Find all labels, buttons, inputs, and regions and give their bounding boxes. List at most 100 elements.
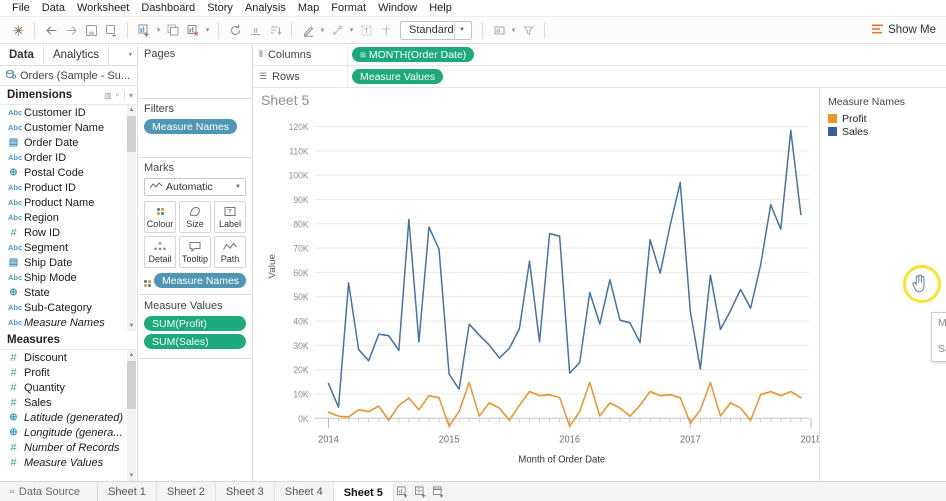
measure-values-pill-sum-profit[interactable]: SUM(Profit) xyxy=(144,316,246,331)
marks-path-button[interactable]: Path xyxy=(214,236,246,268)
chevron-down-icon-dimensions[interactable]: ▾ xyxy=(129,91,133,100)
legend-item-profit[interactable]: Profit xyxy=(828,112,938,125)
search-icon[interactable]: ⌕ xyxy=(116,90,120,100)
field-product-id[interactable]: AbcProduct ID xyxy=(0,180,137,195)
field-ship-date[interactable]: ▤Ship Date xyxy=(0,255,137,270)
marks-colour-button[interactable]: Colour xyxy=(144,201,176,233)
chart-area[interactable]: Sheet 5 0K10K20K30K40K50K60K70K80K90K100… xyxy=(253,88,820,481)
new-data-source-icon[interactable] xyxy=(101,20,121,40)
columns-shelf[interactable]: ⦀ Columns ⊞ MONTH(Order Date) xyxy=(253,44,946,66)
chevron-down-icon-clear[interactable]: ▾ xyxy=(203,26,212,34)
field-longitude[interactable]: ⊕Longitude (genera... xyxy=(0,425,137,440)
tab-data[interactable]: Data xyxy=(0,44,44,65)
duplicate-sheet-icon[interactable] xyxy=(163,20,183,40)
field-product-name[interactable]: AbcProduct Name xyxy=(0,195,137,210)
menu-item-file[interactable]: File xyxy=(6,1,36,15)
sheet-tab-sheet-5[interactable]: Sheet 5 xyxy=(334,482,394,501)
field-profit[interactable]: #Profit xyxy=(0,365,137,380)
menu-item-data[interactable]: Data xyxy=(36,1,71,15)
fix-axes-icon[interactable] xyxy=(518,20,538,40)
highlight-icon[interactable] xyxy=(298,20,318,40)
pages-card[interactable]: Pages xyxy=(138,44,252,99)
forward-icon[interactable] xyxy=(61,20,81,40)
scroll-down-icon[interactable]: ▼ xyxy=(127,321,136,331)
field-ship-mode[interactable]: AbcShip Mode xyxy=(0,270,137,285)
measures-scroll-thumb[interactable] xyxy=(127,361,136,409)
marks-label-button[interactable]: T Label xyxy=(214,201,246,233)
scroll-up-icon-measures[interactable]: ▲ xyxy=(127,350,136,360)
new-dashboard-icon[interactable] xyxy=(412,482,430,501)
pause-auto-update-icon[interactable] xyxy=(245,20,265,40)
field-customer-id[interactable]: AbcCustomer ID xyxy=(0,105,137,120)
chevron-down-icon-highlight[interactable]: ▾ xyxy=(318,26,327,34)
dimensions-scroll-thumb[interactable] xyxy=(127,116,136,152)
field-order-id[interactable]: AbcOrder ID xyxy=(0,150,137,165)
refresh-icon[interactable] xyxy=(225,20,245,40)
measures-list[interactable]: #Discount #Profit #Quantity #Sales ⊕Lati… xyxy=(0,350,137,481)
show-labels-icon[interactable]: T xyxy=(356,20,376,40)
group-by-folder-icon[interactable]: ▥ xyxy=(104,91,112,100)
tableau-logo-icon[interactable] xyxy=(8,20,28,40)
field-region[interactable]: AbcRegion xyxy=(0,210,137,225)
fit-dropdown[interactable]: Standard ▼ xyxy=(400,21,472,40)
field-number-of-records[interactable]: #Number of Records xyxy=(0,440,137,455)
sort-icon[interactable] xyxy=(265,20,285,40)
menu-item-map[interactable]: Map xyxy=(292,1,325,15)
line-chart[interactable]: 0K10K20K30K40K50K60K70K80K90K100K110K120… xyxy=(253,88,819,481)
field-customer-name[interactable]: AbcCustomer Name xyxy=(0,120,137,135)
chevron-down-icon-group[interactable]: ▾ xyxy=(347,26,356,34)
data-source-item[interactable]: Orders (Sample - Su... xyxy=(0,66,137,86)
data-pane-more-icon[interactable]: ▾ xyxy=(124,44,137,65)
menu-item-story[interactable]: Story xyxy=(201,1,239,15)
field-latitude[interactable]: ⊕Latitude (generated) xyxy=(0,410,137,425)
marks-detail-button[interactable]: Detail xyxy=(144,236,176,268)
clear-sheet-icon[interactable] xyxy=(183,20,203,40)
new-worksheet-icon[interactable] xyxy=(134,20,154,40)
chevron-down-icon-fit[interactable]: ▼ xyxy=(454,22,469,39)
field-postal-code[interactable]: ⊕Postal Code xyxy=(0,165,137,180)
pages-drop-area[interactable] xyxy=(144,64,246,92)
menu-item-worksheet[interactable]: Worksheet xyxy=(71,1,135,15)
field-measure-values[interactable]: #Measure Values xyxy=(0,455,137,470)
new-worksheet-icon[interactable] xyxy=(394,482,412,501)
expand-plus-icon[interactable]: ⊞ xyxy=(360,51,366,59)
rows-drop-area[interactable]: Measure Values xyxy=(347,66,946,87)
marks-pill-measure-names[interactable]: Measure Names xyxy=(154,273,246,288)
presentation-mode-icon[interactable] xyxy=(376,20,396,40)
marks-size-button[interactable]: Size xyxy=(179,201,211,233)
data-source-tab[interactable]: ▫ Data Source xyxy=(0,482,98,501)
columns-drop-area[interactable]: ⊞ MONTH(Order Date) xyxy=(347,44,946,65)
sheet-tab-sheet-3[interactable]: Sheet 3 xyxy=(216,482,275,501)
field-state[interactable]: ⊕State xyxy=(0,285,137,300)
rows-shelf[interactable]: ☰ Rows Measure Values xyxy=(253,66,946,88)
chevron-down-icon-marks[interactable]: ▼ xyxy=(235,184,243,190)
fit-axes-icon[interactable] xyxy=(489,20,509,40)
columns-pill-month-order-date[interactable]: ⊞ MONTH(Order Date) xyxy=(352,47,474,62)
sheet-tab-sheet-2[interactable]: Sheet 2 xyxy=(157,482,216,501)
chevron-down-icon-newsheet[interactable]: ▾ xyxy=(154,26,163,34)
scroll-up-icon[interactable]: ▲ xyxy=(127,105,136,115)
new-story-icon[interactable] xyxy=(430,482,448,501)
filters-drop-area[interactable]: Measure Names xyxy=(144,119,246,151)
rows-pill-measure-values[interactable]: Measure Values xyxy=(352,69,443,84)
show-me-button[interactable]: Show Me xyxy=(872,24,936,37)
field-order-date[interactable]: ▤Order Date xyxy=(0,135,137,150)
field-quantity[interactable]: #Quantity xyxy=(0,380,137,395)
menu-item-window[interactable]: Window xyxy=(372,1,423,15)
field-sub-category[interactable]: AbcSub-Category xyxy=(0,300,137,315)
field-segment[interactable]: AbcSegment xyxy=(0,240,137,255)
group-icon[interactable] xyxy=(327,20,347,40)
sheet-tab-sheet-4[interactable]: Sheet 4 xyxy=(275,482,334,501)
filters-card[interactable]: Filters Measure Names xyxy=(138,99,252,158)
field-discount[interactable]: #Discount xyxy=(0,350,137,365)
sheet-tab-sheet-1[interactable]: Sheet 1 xyxy=(98,482,157,501)
field-row-id[interactable]: #Row ID xyxy=(0,225,137,240)
field-measure-names[interactable]: AbcMeasure Names xyxy=(0,315,137,330)
chevron-down-icon-axes[interactable]: ▾ xyxy=(509,26,518,34)
legend-item-sales[interactable]: Sales xyxy=(828,125,938,138)
back-icon[interactable] xyxy=(41,20,61,40)
menu-item-dashboard[interactable]: Dashboard xyxy=(135,1,201,15)
dimensions-list[interactable]: AbcCustomer ID AbcCustomer Name ▤Order D… xyxy=(0,105,137,331)
menu-item-format[interactable]: Format xyxy=(325,1,372,15)
save-icon[interactable] xyxy=(81,20,101,40)
